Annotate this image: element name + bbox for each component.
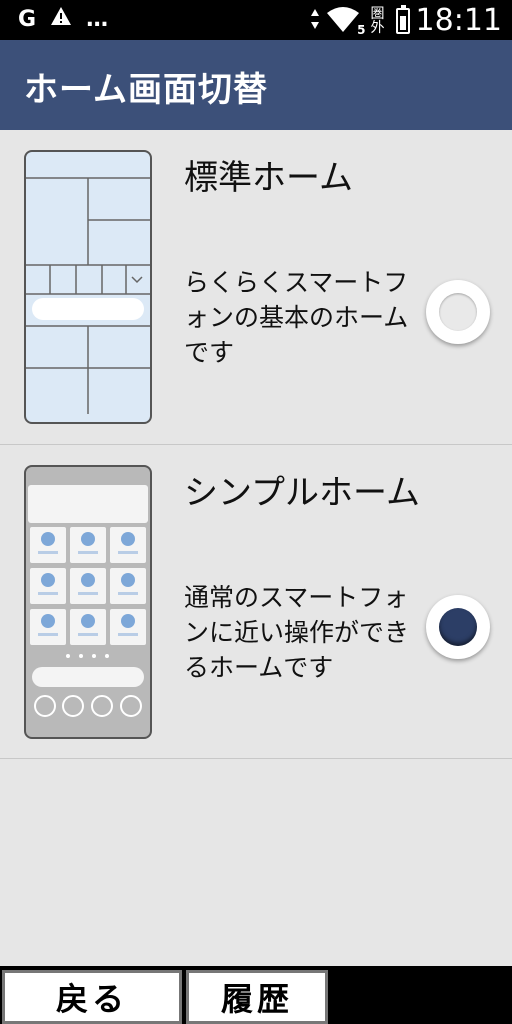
status-bar: G … 5 圏外 18:11 (0, 0, 512, 40)
page-title: ホーム画面切替 (24, 70, 268, 110)
data-arrows-icon (310, 8, 320, 34)
app-header: ホーム画面切替 (0, 40, 512, 130)
simple-home-description: 通常のスマートフォンに近い操作ができるホームです (184, 583, 410, 682)
clock: 18:11 (415, 3, 502, 38)
simple-home-radio[interactable] (426, 595, 490, 659)
no-service-indicator: 圏外 (370, 5, 385, 36)
option-standard-home[interactable]: 標準ホーム らくらくスマートフォンの基本のホームです (0, 130, 512, 445)
history-button[interactable]: 履歴 (186, 970, 328, 1024)
standard-home-radio[interactable] (426, 280, 490, 344)
warning-icon (50, 6, 72, 32)
status-right: 5 圏外 18:11 (310, 3, 502, 38)
network-type-label: 5 (357, 22, 366, 37)
back-button[interactable]: 戻る (2, 970, 182, 1024)
status-left: G … (18, 6, 108, 32)
simple-home-title: シンプルホーム (184, 473, 420, 513)
standard-home-preview-image (26, 177, 150, 414)
more-notifications-icon: … (86, 6, 109, 32)
simple-home-thumbnail (24, 465, 152, 739)
option-simple-home[interactable]: シンプルホーム 通常のスマートフォンに近い操作ができるホームです (0, 445, 512, 759)
standard-home-title: 標準ホーム (184, 158, 353, 198)
standard-home-description: らくらくスマートフォンの基本のホームです (184, 268, 409, 367)
simple-home-preview-image (28, 485, 148, 717)
battery-icon (395, 4, 410, 34)
wifi-icon: 5 (326, 5, 366, 37)
footer-bar: 戻る 履歴 (0, 966, 512, 1024)
standard-home-thumbnail (24, 150, 152, 424)
carrier-g-icon: G (18, 6, 37, 32)
